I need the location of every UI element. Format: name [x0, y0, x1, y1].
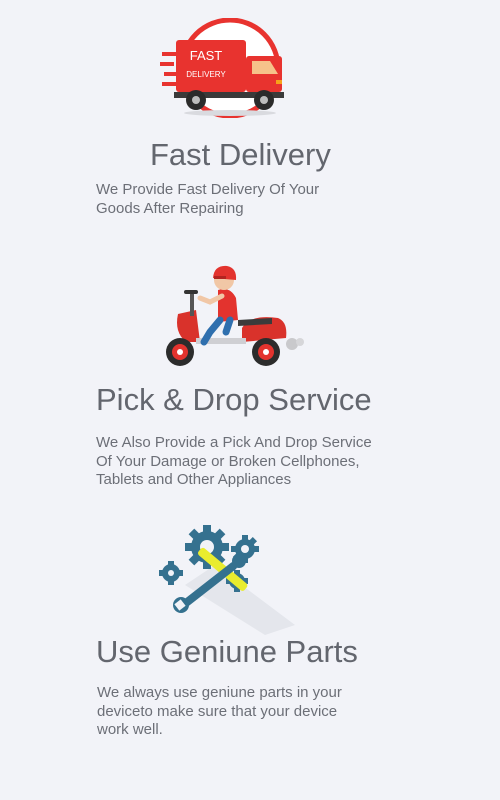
- feature-description: We Provide Fast Delivery Of Your Goods A…: [96, 181, 320, 217]
- badge-line2: DELIVERY: [186, 70, 226, 79]
- feature-title: Fast Delivery: [150, 137, 331, 172]
- feature-description: We Also Provide a Pick And Drop Service …: [96, 434, 372, 488]
- gears-wrench-icon: [159, 525, 295, 635]
- fast-delivery-truck-icon: FAST DELIVERY: [160, 18, 284, 118]
- feature-title: Use Geniune Parts: [96, 634, 358, 669]
- badge-line1: FAST: [190, 48, 223, 63]
- services-page: FAST DELIVERY Fast Delivery We Provide F…: [0, 0, 500, 800]
- feature-description: We always use geniune parts in your devi…: [97, 684, 342, 738]
- scooter-rider-icon: [166, 265, 304, 366]
- feature-title: Pick & Drop Service: [96, 382, 372, 417]
